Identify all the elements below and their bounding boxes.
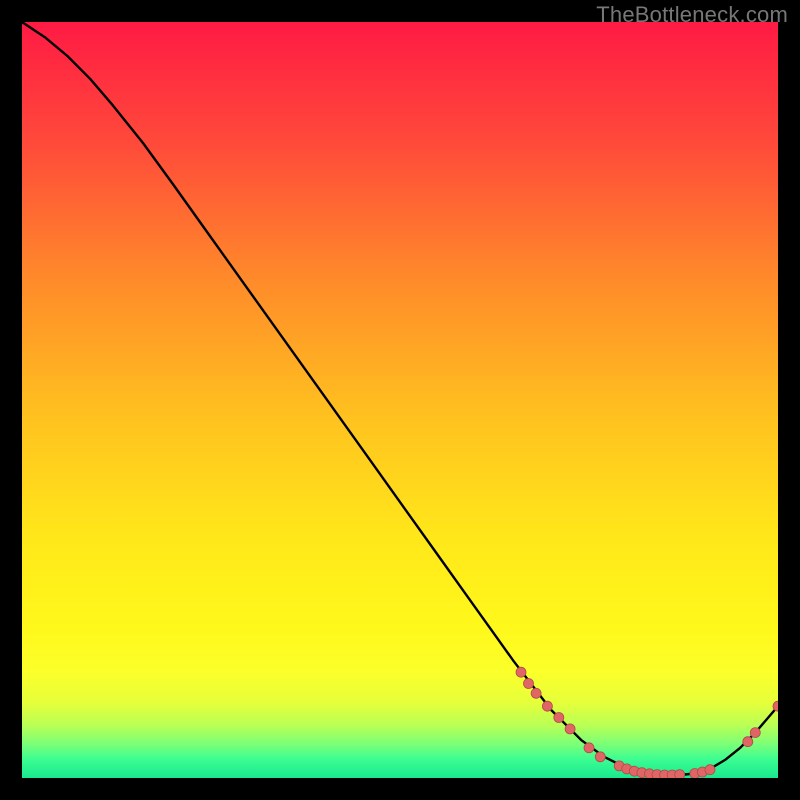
data-point	[705, 765, 715, 775]
data-point	[516, 667, 526, 677]
data-point	[524, 679, 534, 689]
data-point	[750, 728, 760, 738]
data-point	[743, 737, 753, 747]
chart-frame: TheBottleneck.com	[0, 0, 800, 800]
data-point	[531, 688, 541, 698]
bottleneck-chart	[22, 22, 778, 778]
data-point	[542, 701, 552, 711]
data-point	[595, 752, 605, 762]
data-point	[584, 743, 594, 753]
watermark-text: TheBottleneck.com	[596, 2, 788, 28]
data-point	[565, 724, 575, 734]
data-point	[554, 713, 564, 723]
data-point	[675, 770, 685, 778]
